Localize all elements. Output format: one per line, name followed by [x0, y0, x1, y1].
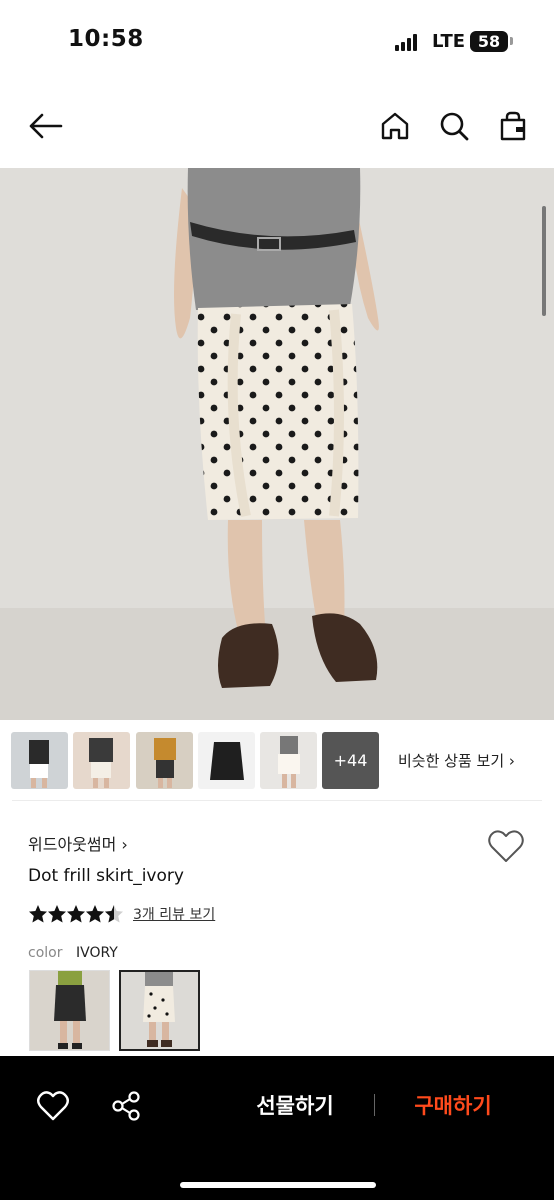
- battery-level: 58: [470, 31, 508, 52]
- color-value: IVORY: [76, 945, 118, 961]
- top-nav: [0, 84, 554, 168]
- status-bar: 10:58 LTE 58: [0, 0, 554, 84]
- star-rating: [28, 904, 128, 924]
- divider: [374, 1094, 375, 1116]
- thumbnail-5[interactable]: [260, 732, 317, 789]
- signal-icon: [395, 33, 421, 51]
- brand-link[interactable]: 위드아웃썸머 ›: [28, 831, 128, 855]
- color-label: color: [28, 945, 63, 961]
- gift-button[interactable]: 선물하기: [230, 1090, 360, 1124]
- bottom-action-bar: 선물하기 구매하기: [0, 1056, 554, 1200]
- status-time: 10:58: [68, 26, 144, 52]
- arrow-left-icon[interactable]: [26, 106, 66, 146]
- thumbnail-row: +44 비슷한 상품 보기 ›: [0, 726, 554, 794]
- color-option-black[interactable]: [29, 970, 110, 1051]
- home-indicator[interactable]: [180, 1182, 376, 1188]
- thumbnail-more[interactable]: +44: [322, 732, 379, 789]
- thumbnail-3[interactable]: [136, 732, 193, 789]
- thumbnail-1[interactable]: [11, 732, 68, 789]
- search-icon[interactable]: [434, 106, 474, 146]
- similar-products-link[interactable]: 비슷한 상품 보기 ›: [398, 750, 515, 771]
- color-option-ivory[interactable]: [119, 970, 200, 1051]
- home-icon[interactable]: [375, 106, 415, 146]
- share-icon[interactable]: [108, 1088, 144, 1124]
- shopping-bag-icon[interactable]: [493, 106, 533, 146]
- thumbnail-2[interactable]: [73, 732, 130, 789]
- divider: [12, 800, 542, 801]
- heart-icon[interactable]: [486, 827, 526, 867]
- network-type: LTE: [432, 31, 466, 52]
- product-image[interactable]: [0, 168, 554, 720]
- battery-cap: [510, 37, 513, 45]
- thumbnail-4[interactable]: [198, 732, 255, 789]
- heart-icon[interactable]: [35, 1088, 71, 1124]
- review-link[interactable]: 3개 리뷰 보기: [133, 904, 215, 924]
- buy-button[interactable]: 구매하기: [388, 1090, 518, 1124]
- product-title: Dot frill skirt_ivory: [28, 866, 184, 886]
- scroll-indicator[interactable]: [542, 206, 546, 316]
